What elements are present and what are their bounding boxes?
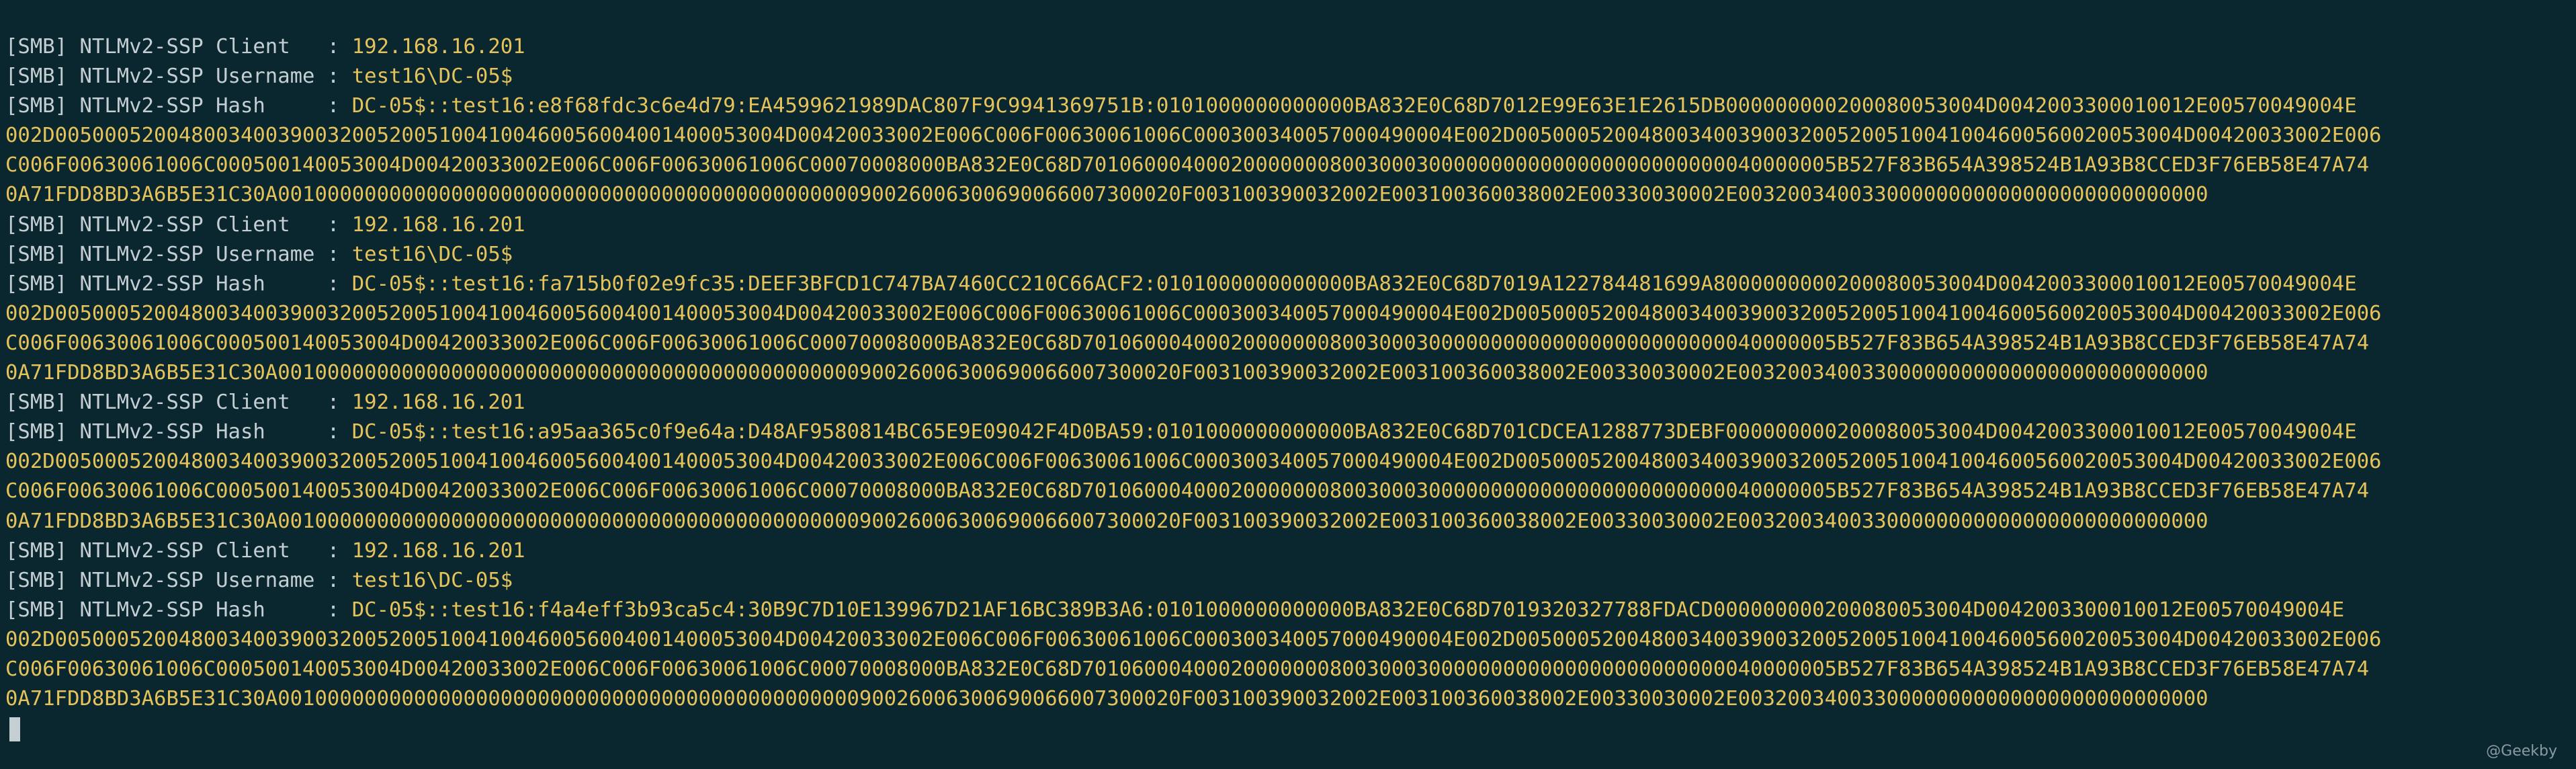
terminal-line: 0A71FDD8BD3A6B5E31C30A001000000000000000…	[5, 358, 2576, 388]
line-prefix: [SMB] NTLMv2-SSP Client :	[5, 391, 352, 415]
line-prefix: [SMB] NTLMv2-SSP Username :	[5, 568, 352, 592]
line-value: 0A71FDD8BD3A6B5E31C30A001000000000000000…	[5, 509, 2208, 533]
line-prefix: [SMB] NTLMv2-SSP Username :	[5, 65, 352, 89]
line-prefix: [SMB] NTLMv2-SSP Hash :	[5, 272, 352, 296]
terminal-line: [SMB] NTLMv2-SSP Username : test16\DC-05…	[5, 566, 2576, 596]
line-value: 192.168.16.201	[351, 212, 525, 237]
terminal-line: 002D005000520048003400390032005200510041…	[5, 299, 2576, 329]
terminal-line: [SMB] NTLMv2-SSP Hash : DC-05$::test16:f…	[5, 596, 2576, 625]
terminal-line: [SMB] NTLMv2-SSP Client : 192.168.16.201	[5, 32, 2576, 62]
line-value: 002D005000520048003400390032005200510041…	[5, 301, 2382, 325]
terminal-line: 0A71FDD8BD3A6B5E31C30A001000000000000000…	[5, 507, 2576, 536]
line-value: 0A71FDD8BD3A6B5E31C30A001000000000000000…	[5, 183, 2208, 207]
line-value: DC-05$::test16:e8f68fdc3c6e4d79:EA459962…	[351, 94, 2357, 118]
line-value: DC-05$::test16:f4a4eff3b93ca5c4:30B9C7D1…	[351, 598, 2345, 622]
terminal-line: [SMB] NTLMv2-SSP Client : 192.168.16.201	[5, 388, 2576, 417]
terminal-cursor	[9, 717, 20, 741]
terminal-line: [SMB] NTLMv2-SSP Client : 192.168.16.201	[5, 536, 2576, 566]
line-value: C006F00630061006C000500140053004D0042003…	[5, 657, 2370, 681]
terminal-output[interactable]: [SMB] NTLMv2-SSP Client : 192.168.16.201…	[0, 0, 2576, 769]
line-value: 002D005000520048003400390032005200510041…	[5, 124, 2382, 148]
line-value: 0A71FDD8BD3A6B5E31C30A001000000000000000…	[5, 687, 2208, 711]
line-value: DC-05$::test16:a95aa365c0f9e64a:D48AF958…	[351, 420, 2357, 444]
line-value: test16\DC-05$	[351, 568, 513, 592]
line-value: 192.168.16.201	[351, 35, 525, 58]
line-prefix: [SMB] NTLMv2-SSP Hash :	[5, 598, 352, 622]
line-prefix: [SMB] NTLMv2-SSP Client :	[5, 538, 352, 563]
line-prefix: [SMB] NTLMv2-SSP Client :	[5, 35, 352, 58]
line-value: C006F00630061006C000500140053004D0042003…	[5, 479, 2370, 503]
terminal-line: 002D005000520048003400390032005200510041…	[5, 121, 2576, 151]
terminal-line: 002D005000520048003400390032005200510041…	[5, 625, 2576, 655]
line-value: C006F00630061006C000500140053004D0042003…	[5, 153, 2370, 177]
terminal-line: C006F00630061006C000500140053004D0042003…	[5, 151, 2576, 180]
terminal-line: C006F00630061006C000500140053004D0042003…	[5, 329, 2576, 358]
terminal-line: C006F00630061006C000500140053004D0042003…	[5, 655, 2576, 684]
line-value: 192.168.16.201	[351, 391, 525, 415]
line-value: 002D005000520048003400390032005200510041…	[5, 627, 2382, 651]
terminal-line: 0A71FDD8BD3A6B5E31C30A001000000000000000…	[5, 180, 2576, 210]
terminal-line: 0A71FDD8BD3A6B5E31C30A001000000000000000…	[5, 684, 2576, 714]
terminal-line: [SMB] NTLMv2-SSP Hash : DC-05$::test16:a…	[5, 417, 2576, 447]
terminal-line: [SMB] NTLMv2-SSP Hash : DC-05$::test16:f…	[5, 270, 2576, 299]
terminal-line: C006F00630061006C000500140053004D0042003…	[5, 477, 2576, 506]
terminal-line: [SMB] NTLMv2-SSP Username : test16\DC-05…	[5, 62, 2576, 91]
line-value: test16\DC-05$	[351, 242, 513, 266]
line-prefix: [SMB] NTLMv2-SSP Client :	[5, 212, 352, 237]
terminal-line: 002D005000520048003400390032005200510041…	[5, 447, 2576, 477]
line-value: DC-05$::test16:fa715b0f02e9fc35:DEEF3BFC…	[351, 272, 2357, 296]
terminal-line: [SMB] NTLMv2-SSP Hash : DC-05$::test16:e…	[5, 91, 2576, 121]
line-prefix: [SMB] NTLMv2-SSP Hash :	[5, 420, 352, 444]
line-value: 002D005000520048003400390032005200510041…	[5, 450, 2382, 474]
watermark: @Geekby	[2486, 743, 2557, 760]
line-value: 0A71FDD8BD3A6B5E31C30A001000000000000000…	[5, 361, 2208, 385]
terminal-line: [SMB] NTLMv2-SSP Client : 192.168.16.201	[5, 210, 2576, 240]
line-prefix: [SMB] NTLMv2-SSP Username :	[5, 242, 352, 266]
line-value: 192.168.16.201	[351, 538, 525, 563]
terminal-line: [SMB] NTLMv2-SSP Username : test16\DC-05…	[5, 240, 2576, 270]
line-prefix: [SMB] NTLMv2-SSP Hash :	[5, 94, 352, 118]
line-value: C006F00630061006C000500140053004D0042003…	[5, 331, 2370, 355]
line-value: test16\DC-05$	[351, 65, 513, 89]
prompt-line[interactable]	[5, 714, 2576, 743]
